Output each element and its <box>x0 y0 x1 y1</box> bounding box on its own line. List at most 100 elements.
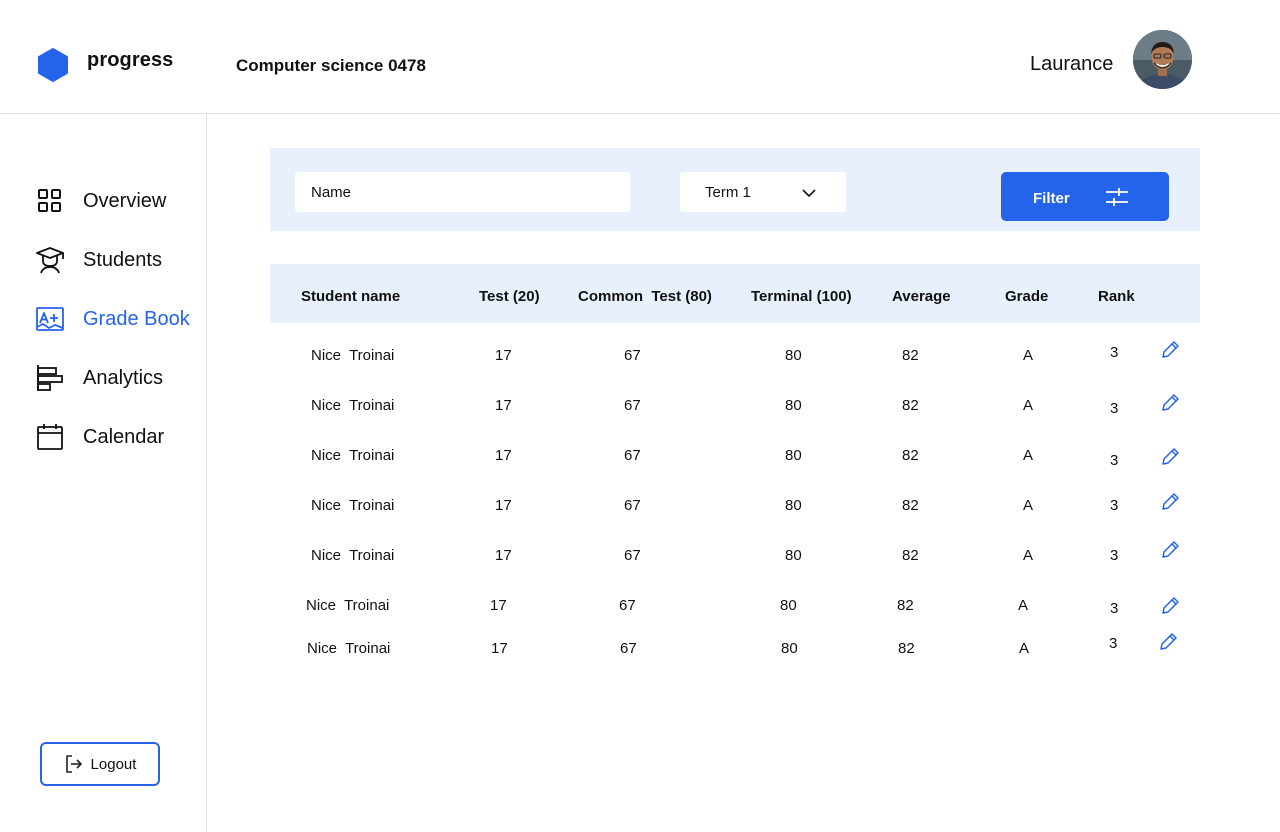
edit-pencil-icon[interactable] <box>1160 492 1180 512</box>
course-title: Computer science 0478 <box>236 56 426 75</box>
cell-average: 82 <box>897 597 914 614</box>
cell-grade: A <box>1023 397 1034 414</box>
cell-grade: A <box>1023 347 1034 364</box>
sidebar-item-overview[interactable]: Overview <box>36 186 166 216</box>
cell-rank: 3 <box>1110 344 1119 361</box>
cell-student-name: Nice Troinai <box>311 547 395 564</box>
grid-icon <box>36 187 64 215</box>
cell-rank: 3 <box>1110 400 1119 417</box>
cell-test: 17 <box>495 447 512 464</box>
cell-average: 82 <box>898 640 915 657</box>
cell-rank: 3 <box>1110 497 1119 514</box>
edit-pencil-icon[interactable] <box>1160 447 1180 467</box>
cell-student-name: Nice Troinai <box>311 347 395 364</box>
term-dropdown[interactable]: Term 1 <box>680 172 846 212</box>
user-name: Laurance <box>1030 53 1114 75</box>
edit-pencil-icon[interactable] <box>1160 596 1180 616</box>
sidebar: Overview Students Grade Book Analytics C… <box>0 114 207 832</box>
column-header-grade: Grade <box>1005 288 1049 305</box>
cell-test: 17 <box>490 597 507 614</box>
cell-test: 17 <box>495 397 512 414</box>
top-header: progress Computer science 0478 Laurance <box>0 0 1280 114</box>
table-row: Nice Troinai 17 67 80 82 A 3 <box>270 541 1200 585</box>
cell-rank: 3 <box>1110 600 1119 617</box>
table-row: Nice Troinai 17 67 80 82 A 3 <box>270 445 1200 485</box>
cell-test: 17 <box>491 640 508 657</box>
column-header-average: Average <box>892 288 951 305</box>
edit-pencil-icon[interactable] <box>1160 340 1180 360</box>
cell-common-test: 67 <box>624 397 641 414</box>
sidebar-item-label: Calendar <box>83 425 165 448</box>
sidebar-item-label: Students <box>83 248 162 271</box>
cell-grade: A <box>1023 497 1034 514</box>
avatar[interactable] <box>1133 30 1192 89</box>
cell-test: 17 <box>495 347 512 364</box>
cell-grade: A <box>1018 597 1029 614</box>
cell-student-name: Nice Troinai <box>311 397 395 414</box>
hexagon-logo-icon <box>38 48 68 82</box>
table-row: Nice Troinai 17 67 80 82 A 3 <box>270 595 1200 635</box>
cell-student-name: Nice Troinai <box>311 497 395 514</box>
edit-pencil-icon[interactable] <box>1158 632 1178 652</box>
cell-terminal: 80 <box>780 597 797 614</box>
cell-common-test: 67 <box>624 447 641 464</box>
cell-grade: A <box>1023 447 1034 464</box>
sidebar-item-calendar[interactable]: Calendar <box>36 422 164 452</box>
grade-book-icon <box>36 305 64 333</box>
cell-terminal: 80 <box>785 497 802 514</box>
avatar-photo <box>1133 30 1192 89</box>
cell-grade: A <box>1019 640 1030 657</box>
table-row: Nice Troinai 17 67 80 82 A 3 <box>270 341 1200 385</box>
cell-terminal: 80 <box>785 447 802 464</box>
cell-terminal: 80 <box>785 347 802 364</box>
sliders-icon <box>1106 188 1128 206</box>
cell-common-test: 67 <box>624 547 641 564</box>
logout-button[interactable]: Logout <box>40 742 160 786</box>
sidebar-item-analytics[interactable]: Analytics <box>36 363 163 393</box>
cell-rank: 3 <box>1109 635 1118 652</box>
column-header-rank: Rank <box>1098 288 1135 305</box>
table-header: Student name Test (20) Common Test (80) … <box>270 264 1200 323</box>
sidebar-item-students[interactable]: Students <box>36 245 162 275</box>
cell-common-test: 67 <box>624 497 641 514</box>
edit-pencil-icon[interactable] <box>1160 540 1180 560</box>
cell-test: 17 <box>495 497 512 514</box>
cell-grade: A <box>1023 547 1034 564</box>
cell-average: 82 <box>902 347 919 364</box>
name-search-input[interactable] <box>295 172 630 212</box>
cell-common-test: 67 <box>619 597 636 614</box>
sidebar-item-grade-book[interactable]: Grade Book <box>36 304 190 334</box>
chevron-down-icon <box>802 189 816 198</box>
cell-terminal: 80 <box>785 397 802 414</box>
cell-student-name: Nice Troinai <box>311 447 395 464</box>
logout-label: Logout <box>90 755 137 773</box>
filter-bar: Term 1 Filter <box>270 148 1200 231</box>
cell-average: 82 <box>902 497 919 514</box>
cell-terminal: 80 <box>781 640 798 657</box>
cell-rank: 3 <box>1110 452 1119 469</box>
cell-student-name: Nice Troinai <box>307 640 391 657</box>
cell-average: 82 <box>902 547 919 564</box>
app-name: progress <box>87 49 174 71</box>
sidebar-item-label: Overview <box>83 189 167 212</box>
cell-terminal: 80 <box>785 547 802 564</box>
filter-button-label: Filter <box>1033 190 1070 207</box>
column-header-test: Test (20) <box>479 288 540 305</box>
cell-average: 82 <box>902 447 919 464</box>
calendar-icon <box>36 423 64 451</box>
logout-icon <box>64 754 84 774</box>
cell-common-test: 67 <box>624 347 641 364</box>
column-header-student-name: Student name <box>301 288 401 305</box>
table-row: Nice Troinai 17 67 80 82 A 3 <box>270 393 1200 435</box>
graduate-icon <box>36 246 64 274</box>
cell-average: 82 <box>902 397 919 414</box>
cell-student-name: Nice Troinai <box>306 597 390 614</box>
table-row: Nice Troinai 17 67 80 82 A 3 <box>270 633 1200 678</box>
edit-pencil-icon[interactable] <box>1160 393 1180 413</box>
cell-test: 17 <box>495 547 512 564</box>
bar-chart-icon <box>36 364 64 392</box>
cell-common-test: 67 <box>620 640 637 657</box>
cell-rank: 3 <box>1110 547 1119 564</box>
column-header-terminal: Terminal (100) <box>751 288 852 305</box>
filter-button[interactable]: Filter <box>1001 172 1169 221</box>
